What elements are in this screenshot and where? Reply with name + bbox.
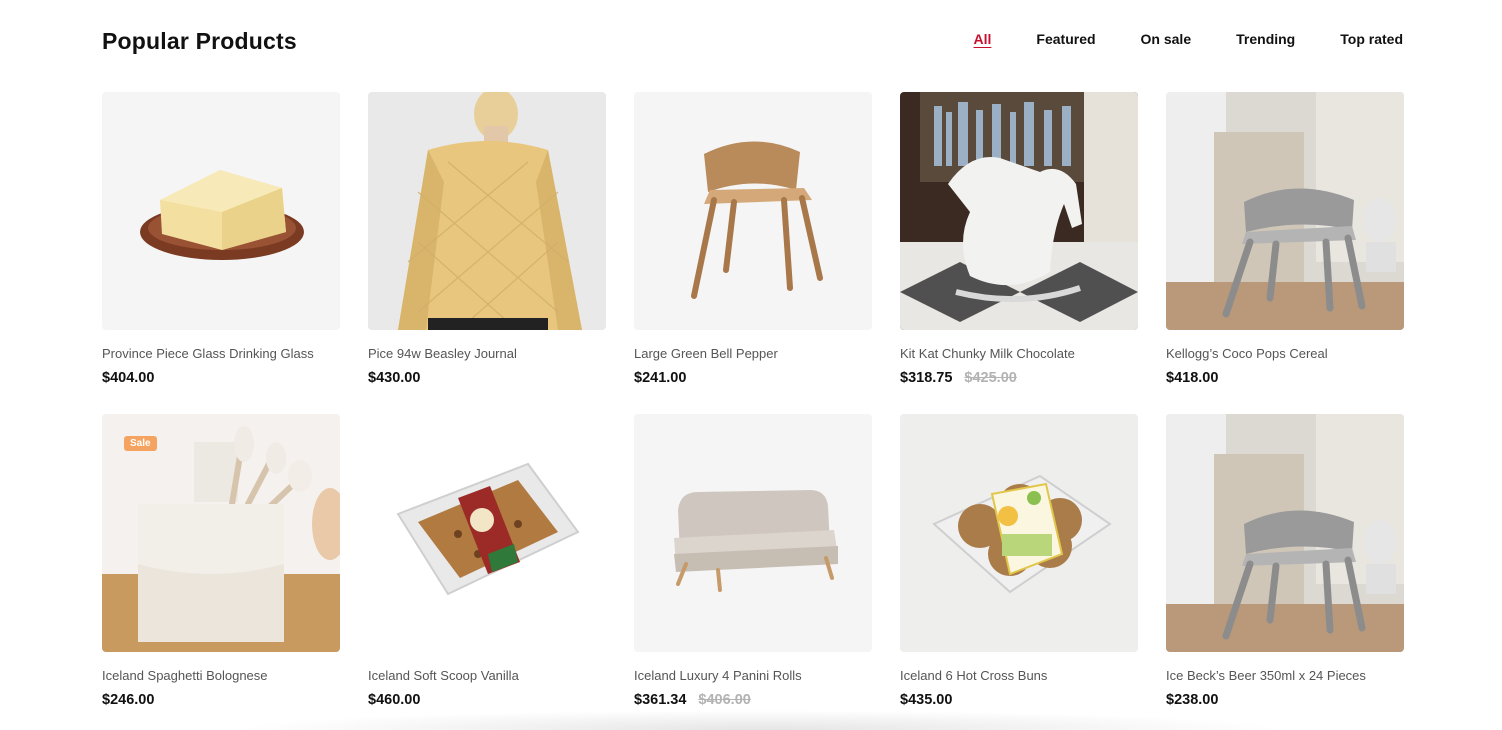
filter-tabs: All Featured On sale Trending Top rated: [929, 31, 1403, 47]
product-card[interactable]: Kit Kat Chunky Milk Chocolate $318.75 $4…: [900, 92, 1138, 414]
price-row: $404.00: [102, 370, 154, 386]
product-image[interactable]: [1166, 414, 1404, 652]
product-card[interactable]: Iceland Soft Scoop Vanilla $460.00: [368, 414, 606, 730]
product-name[interactable]: Iceland 6 Hot Cross Buns: [900, 668, 1047, 683]
product-price: $435.00: [900, 692, 953, 708]
product-name[interactable]: Iceland Luxury 4 Panini Rolls: [634, 668, 802, 683]
product-card[interactable]: Sale Iceland Spaghetti Bolognese $246.00: [102, 414, 340, 730]
price-row: $435.00: [900, 692, 952, 708]
price-row: $460.00: [368, 692, 420, 708]
section-title: Popular Products: [102, 28, 297, 54]
product-image[interactable]: [368, 414, 606, 652]
price-row: $361.34 $406.00: [634, 692, 751, 708]
product-card[interactable]: Pice 94w Beasley Journal $430.00: [368, 92, 606, 414]
product-image[interactable]: [900, 92, 1138, 330]
product-image[interactable]: [368, 92, 606, 330]
product-image[interactable]: [634, 414, 872, 652]
product-image[interactable]: [1166, 92, 1404, 330]
product-card[interactable]: Iceland Luxury 4 Panini Rolls $361.34 $4…: [634, 414, 872, 730]
product-old-price: $406.00: [698, 692, 751, 708]
product-price: $246.00: [102, 692, 155, 708]
product-name[interactable]: Pice 94w Beasley Journal: [368, 346, 517, 361]
product-price: $241.00: [634, 370, 687, 386]
product-grid: Province Piece Glass Drinking Glass $404…: [102, 92, 1404, 730]
product-image[interactable]: [634, 92, 872, 330]
product-price: $460.00: [368, 692, 421, 708]
tab-on-sale[interactable]: On sale: [1141, 31, 1192, 47]
product-image[interactable]: Sale: [102, 414, 340, 652]
product-name[interactable]: Province Piece Glass Drinking Glass: [102, 346, 314, 361]
product-image[interactable]: [900, 414, 1138, 652]
product-name[interactable]: Large Green Bell Pepper: [634, 346, 778, 361]
product-name[interactable]: Iceland Spaghetti Bolognese: [102, 668, 268, 683]
product-image[interactable]: [102, 92, 340, 330]
product-card[interactable]: Ice Beck’s Beer 350ml x 24 Pieces $238.0…: [1166, 414, 1404, 730]
price-row: $430.00: [368, 370, 420, 386]
product-name[interactable]: Ice Beck’s Beer 350ml x 24 Pieces: [1166, 668, 1366, 683]
product-price: $430.00: [368, 370, 421, 386]
tab-all[interactable]: All: [974, 31, 992, 47]
tab-featured[interactable]: Featured: [1036, 31, 1095, 47]
price-row: $238.00: [1166, 692, 1218, 708]
price-row: $318.75 $425.00: [900, 370, 1017, 386]
product-price: $318.75: [900, 370, 953, 386]
product-card[interactable]: Iceland 6 Hot Cross Buns $435.00: [900, 414, 1138, 730]
price-row: $246.00: [102, 692, 154, 708]
price-row: $418.00: [1166, 370, 1218, 386]
product-name[interactable]: Kellogg’s Coco Pops Cereal: [1166, 346, 1328, 361]
product-name[interactable]: Kit Kat Chunky Milk Chocolate: [900, 346, 1075, 361]
product-name[interactable]: Iceland Soft Scoop Vanilla: [368, 668, 519, 683]
product-card[interactable]: Large Green Bell Pepper $241.00: [634, 92, 872, 414]
sale-badge: Sale: [124, 436, 157, 451]
tab-top-rated[interactable]: Top rated: [1340, 31, 1403, 47]
product-card[interactable]: Province Piece Glass Drinking Glass $404…: [102, 92, 340, 414]
product-price: $361.34: [634, 692, 687, 708]
product-price: $404.00: [102, 370, 155, 386]
product-card[interactable]: Kellogg’s Coco Pops Cereal $418.00: [1166, 92, 1404, 414]
tab-trending[interactable]: Trending: [1236, 31, 1295, 47]
product-old-price: $425.00: [964, 370, 1017, 386]
product-price: $418.00: [1166, 370, 1219, 386]
product-price: $238.00: [1166, 692, 1219, 708]
price-row: $241.00: [634, 370, 686, 386]
